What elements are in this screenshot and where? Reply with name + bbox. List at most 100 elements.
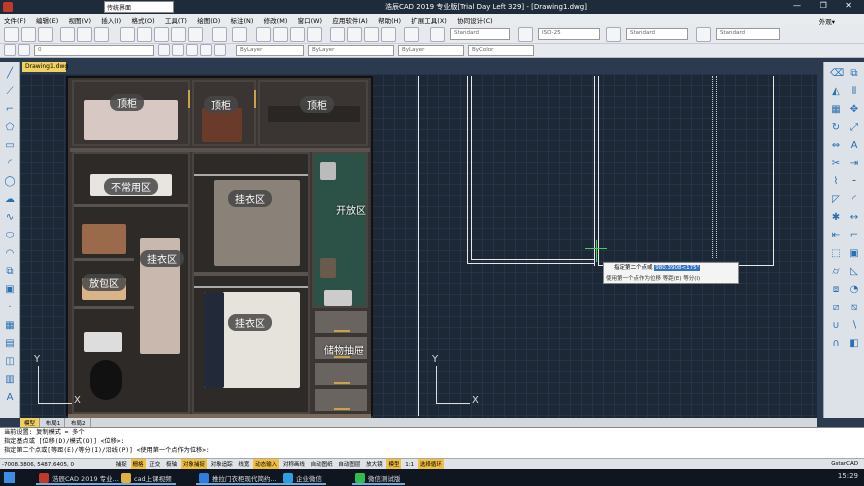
insert-block-icon[interactable]: ⧉ <box>4 266 16 278</box>
task-wechat[interactable]: 微信测试版 <box>352 470 405 485</box>
layer-state-icon[interactable] <box>18 44 30 56</box>
task-gstarcad[interactable]: 浩辰CAD 2019 专业... <box>36 470 123 485</box>
move-icon[interactable]: ✥ <box>848 104 860 116</box>
toggle-dynamic-input[interactable]: 动态输入 <box>253 459 280 469</box>
layer-freeze-icon[interactable] <box>214 44 226 56</box>
save-icon[interactable] <box>38 27 53 42</box>
region-icon[interactable]: ◫ <box>4 356 16 368</box>
erase-icon[interactable]: ⌫ <box>830 68 844 80</box>
toggle-model[interactable]: 模型 <box>386 459 402 469</box>
color-select[interactable]: ByLayer <box>236 45 304 56</box>
scale-icon[interactable]: ⤢ <box>848 122 860 134</box>
section-icon[interactable]: ⧄ <box>830 302 842 314</box>
pan-icon[interactable] <box>256 27 271 42</box>
polyline-icon[interactable]: ⌐ <box>4 104 16 116</box>
print-icon[interactable] <box>60 27 75 42</box>
prompt-options[interactable]: 使用第一个点作为位移 等距(E) 等分(I) <box>606 276 700 282</box>
offset-icon[interactable]: ⫴ <box>848 86 860 98</box>
arc-icon[interactable]: ◜ <box>4 158 16 170</box>
text-style-select[interactable]: Standard <box>450 28 510 40</box>
break-icon[interactable]: ⌇ <box>830 176 842 188</box>
layer-off-icon[interactable] <box>200 44 212 56</box>
table-icon[interactable]: ▥ <box>4 374 16 386</box>
task-wecom[interactable]: 企业微信 <box>280 470 326 485</box>
trim-icon[interactable]: ✂ <box>830 158 842 170</box>
subtract-icon[interactable]: ∖ <box>848 320 860 332</box>
union-icon[interactable]: ∪ <box>830 320 842 332</box>
wedge-icon[interactable]: ◺ <box>848 266 860 278</box>
task-browser[interactable]: 推拉门衣柜现代简约... <box>196 470 281 485</box>
start-icon[interactable] <box>4 472 15 483</box>
gradient-icon[interactable]: ▤ <box>4 338 16 350</box>
toggle-symmetric[interactable]: 对称画线 <box>281 459 307 469</box>
help-icon[interactable] <box>404 27 419 42</box>
align-icon[interactable]: ⇤ <box>830 230 842 242</box>
tool-palette-icon[interactable] <box>364 27 379 42</box>
circle-icon[interactable]: ◯ <box>4 176 16 188</box>
cylinder-icon[interactable]: ⌭ <box>830 266 842 278</box>
design-center-icon[interactable] <box>347 27 362 42</box>
linetype-select[interactable]: ByLayer <box>308 45 394 56</box>
hatch-icon[interactable]: ▦ <box>4 320 16 332</box>
table-style-icon[interactable] <box>606 27 621 42</box>
toggle-grid[interactable]: 栅格 <box>130 459 146 469</box>
point-icon[interactable]: · <box>4 302 16 314</box>
toggle-auto-layer[interactable]: 自动图层 <box>336 459 362 469</box>
paste-icon[interactable] <box>154 27 169 42</box>
explode-icon[interactable]: ✱ <box>830 212 842 224</box>
ellipse-icon[interactable]: ⬭ <box>4 230 16 242</box>
publish-icon[interactable] <box>94 27 109 42</box>
chamfer-icon[interactable]: ◸ <box>830 194 842 206</box>
lineweight-select[interactable]: ByLayer <box>398 45 464 56</box>
toggle-snap[interactable]: 捕捉 <box>114 459 129 469</box>
3d-array-icon[interactable]: ▣ <box>848 248 860 260</box>
extend-icon[interactable]: ⇥ <box>848 158 860 170</box>
cut-icon[interactable] <box>120 27 135 42</box>
mtext-edit-icon[interactable]: A <box>848 140 860 152</box>
layer-previous-icon[interactable] <box>172 44 184 56</box>
plotstyle-select[interactable]: ByColor <box>468 45 534 56</box>
make-current-icon[interactable] <box>158 44 170 56</box>
window-controls[interactable]: — ❐ ✕ <box>793 1 860 10</box>
prompt-value-field[interactable]: 980.3908<175° <box>654 265 701 271</box>
polygon-icon[interactable]: ⬠ <box>4 122 16 134</box>
slice-icon[interactable]: ⧅ <box>848 302 860 314</box>
table-style-select[interactable]: Standard <box>626 28 688 40</box>
multileader-style-select[interactable]: Standard <box>716 28 780 40</box>
array-icon[interactable]: ▦ <box>830 104 842 116</box>
spline-icon[interactable]: ∿ <box>4 212 16 224</box>
fillet-icon[interactable]: ◜ <box>848 194 860 206</box>
ellipse-arc-icon[interactable]: ◠ <box>4 248 16 260</box>
extrude-icon[interactable]: ⧈ <box>830 284 842 296</box>
zoom-realtime-icon[interactable] <box>273 27 288 42</box>
properties-icon[interactable] <box>330 27 345 42</box>
print-preview-icon[interactable] <box>77 27 92 42</box>
dim-style-select[interactable]: ISO-25 <box>538 28 600 40</box>
calculator-icon[interactable] <box>381 27 396 42</box>
toggle-magnifier[interactable]: 放大镜 <box>364 459 385 469</box>
toggle-selection-cycling[interactable]: 选择循环 <box>417 459 444 469</box>
revcloud-icon[interactable]: ☁ <box>4 194 16 206</box>
pedit-icon[interactable]: ⌐ <box>848 230 860 242</box>
wardrobe-reference-image[interactable]: 顶柜 顶柜 顶柜 不常用区 放包区 挂衣区 挂衣区 挂衣区 开放区 储物抽屉 <box>66 76 373 418</box>
zoom-window-icon[interactable] <box>290 27 305 42</box>
annotation-scale[interactable]: 1:1 <box>403 461 416 469</box>
layer-manager-icon[interactable] <box>4 44 16 56</box>
toggle-auto-sheet[interactable]: 自动图纸 <box>309 459 335 469</box>
multileader-style-icon[interactable] <box>696 27 711 42</box>
rectangle-icon[interactable]: ▭ <box>4 140 16 152</box>
lengthen-icon[interactable]: ↔ <box>848 212 860 224</box>
document-tab[interactable]: Drawing1.dwg <box>22 62 68 72</box>
3d-box-icon[interactable]: ⬚ <box>830 248 842 260</box>
zoom-previous-icon[interactable] <box>307 27 322 42</box>
redo-icon[interactable] <box>232 27 247 42</box>
rotate-icon[interactable]: ↻ <box>830 122 842 134</box>
open-file-icon[interactable] <box>21 27 36 42</box>
mirror-icon[interactable]: ◭ <box>830 86 842 98</box>
task-video-folder[interactable]: cad上课视频 <box>118 470 176 485</box>
mtext-icon[interactable]: A <box>4 392 16 404</box>
toggle-polar[interactable]: 极轴 <box>164 459 179 469</box>
command-prompt-line[interactable]: 指定第二个点或[等距(E)/等分(I)/沿线(P)] <使用第一个点作为位移>: <box>0 446 864 455</box>
dim-style-icon[interactable] <box>518 27 533 42</box>
new-file-icon[interactable] <box>4 27 19 42</box>
